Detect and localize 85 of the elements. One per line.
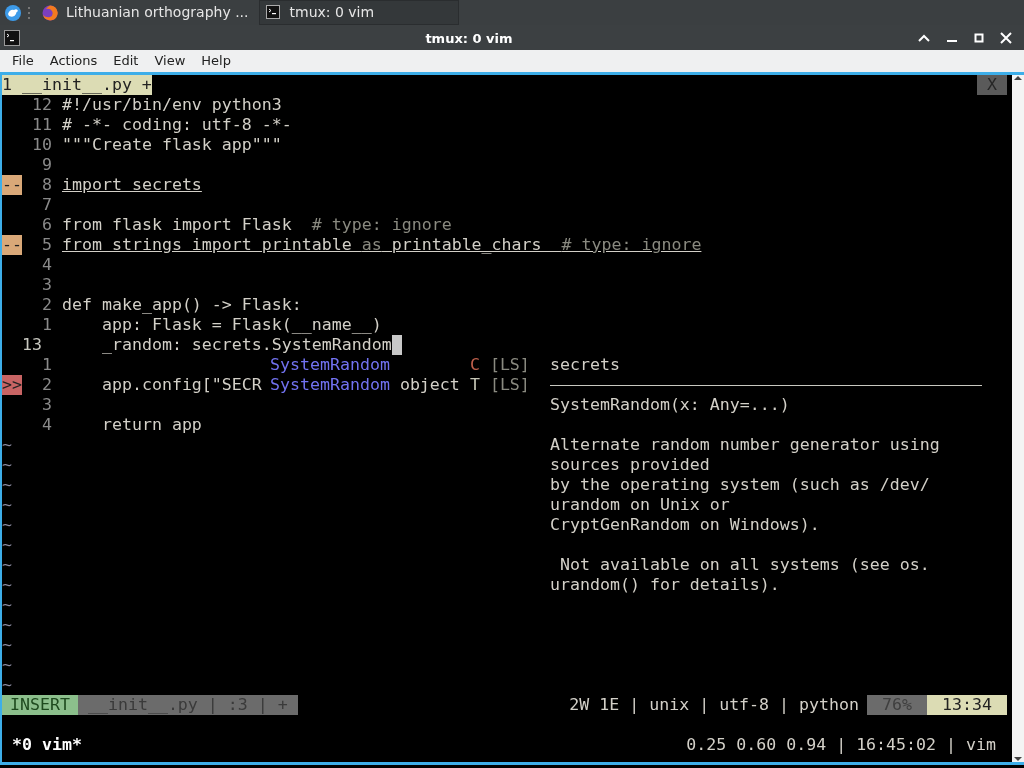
scroll-up-icon[interactable] (1014, 75, 1022, 81)
code-line: import secrets (62, 175, 202, 195)
code-line: # -*- coding: utf-8 -*- (62, 115, 292, 135)
doc-text: Alternate random number generator using (550, 435, 940, 455)
doc-text: Not available on all systems (see os. (559, 555, 930, 575)
empty-line-marker: ~ (2, 615, 12, 635)
warning-sign: -- (2, 175, 22, 195)
browser-icon (42, 4, 58, 21)
completion-type: object (399, 375, 460, 395)
completion-word[interactable]: SystemRandom (270, 355, 390, 375)
doc-text: urandom on Unix or (550, 495, 730, 515)
line-number: 1 (41, 315, 52, 335)
cursor-position: 13:34 (927, 695, 1007, 715)
line-number: 2 (41, 295, 52, 315)
empty-line-marker: ~ (2, 495, 12, 515)
mode-indicator: INSERT (2, 695, 78, 715)
empty-line-marker: ~ (2, 675, 12, 695)
code-line: """Create flask app""" (62, 135, 282, 155)
window-title: tmux: 0 vim (425, 30, 513, 46)
code-line: _random: secrets.SystemRandom (100, 335, 392, 355)
doc-text: urandom() for details). (550, 575, 780, 595)
line-number: 3 (41, 395, 52, 415)
error-sign: >> (2, 375, 22, 395)
empty-line-marker: ~ (2, 435, 12, 455)
empty-line-marker: ~ (2, 595, 12, 615)
empty-line-marker: ~ (2, 535, 12, 555)
terminal-icon[interactable] (4, 29, 20, 46)
doc-text: by the operating system (such as /dev/ (550, 475, 930, 495)
scroll-down-icon[interactable] (1014, 756, 1022, 762)
line-number: 1 (41, 355, 52, 375)
line-number: 3 (41, 275, 52, 295)
menu-item[interactable]: Actions (41, 50, 106, 72)
code-line: app.config["SECR (100, 375, 262, 395)
code-line: from strings import printable as printable_chars # type: ignore (62, 235, 702, 255)
doc-text: sources provided (550, 455, 710, 475)
line-number: 4 (41, 415, 52, 435)
scrollbar[interactable] (1012, 75, 1024, 762)
empty-line-marker: ~ (2, 655, 12, 675)
menu-item[interactable]: File (4, 50, 42, 72)
tmux-window-tab[interactable]: *0 vim* (2, 735, 82, 755)
grip-icon[interactable] (26, 5, 32, 20)
taskbar-button[interactable]: Lithuanian orthography ... (36, 0, 255, 25)
line-number: 7 (41, 195, 52, 215)
line-number: 9 (41, 155, 52, 175)
file-status: 2W 1E | unix | utf-8 | python (569, 695, 860, 715)
empty-line-marker: ~ (2, 555, 12, 575)
code-line: return app (100, 415, 202, 435)
empty-line-marker: ~ (2, 575, 12, 595)
launcher-icon[interactable] (4, 3, 22, 22)
completion-kind: T (469, 375, 480, 395)
empty-line-marker: ~ (2, 455, 12, 475)
close-icon[interactable] (1000, 31, 1012, 44)
completion-source: [LS] (489, 355, 530, 375)
empty-line-marker: ~ (2, 475, 12, 495)
line-number: 10 (31, 135, 52, 155)
buffer-tab[interactable]: 1 __init__.py + (2, 75, 152, 95)
completion-word[interactable]: SystemRandom (270, 375, 390, 395)
doc-text: CryptGenRandom on Windows). (550, 515, 820, 535)
empty-line-marker: ~ (2, 515, 12, 535)
terminal-icon (265, 4, 282, 21)
completion-source: [LS] (489, 375, 530, 395)
line-number: 12 (31, 95, 52, 115)
completion-kind: C (469, 355, 480, 375)
warning-sign: -- (2, 235, 22, 255)
line-number: 2 (41, 375, 52, 395)
empty-line-marker: ~ (2, 635, 12, 655)
doc-signature: SystemRandom(x: Any=...) (550, 395, 790, 415)
tmux-status: 0.25 0.60 0.94 | 16:45:02 | vim (686, 735, 997, 755)
line-number: 6 (41, 215, 52, 235)
maximize-icon[interactable] (974, 32, 984, 43)
line-number: 4 (41, 255, 52, 275)
line-number: 5 (41, 235, 52, 255)
chevron-up-icon[interactable] (918, 32, 930, 43)
doc-title: secrets (550, 355, 620, 375)
code-line: def make_app() -> Flask: (62, 295, 302, 315)
menu-item[interactable]: Edit (105, 50, 147, 72)
code-line: #!/usr/bin/env python3 (62, 95, 282, 115)
code-line: app: Flask = Flask(__name__) (100, 315, 382, 335)
menu-item[interactable]: Help (193, 50, 239, 72)
line-number: 8 (41, 175, 52, 195)
taskbar-button[interactable]: tmux: 0 vim (258, 0, 459, 25)
line-number: 13 (22, 335, 43, 355)
code-line: from flask import Flask # type: ignore (62, 215, 452, 235)
menu-item[interactable]: View (146, 50, 194, 72)
line-number: 11 (31, 115, 52, 135)
